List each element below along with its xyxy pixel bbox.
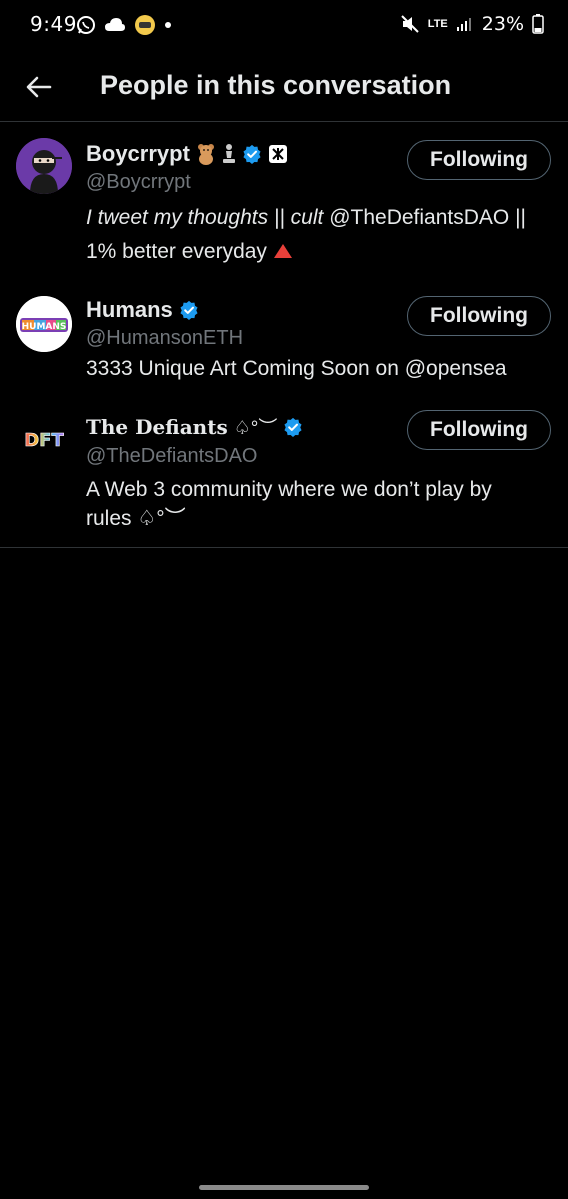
status-time: 9:49 (30, 12, 77, 36)
whatsapp-icon (77, 16, 95, 34)
humans-logo-image: HUMANS (16, 296, 72, 352)
people-list: Boycrrypt @Boycrrypt I tweet my thoughts… (0, 123, 568, 548)
user-row-humans[interactable]: HUMANS Humans @HumansonETH 3333 Unique A… (0, 279, 568, 397)
app-header: People in this conversation (0, 52, 568, 122)
battery-icon (532, 14, 544, 34)
dft-logo-image: DFT (16, 410, 72, 466)
app-notification-icon (135, 15, 155, 35)
bio-mention-link[interactable]: @TheDefiantsDAO || (323, 206, 526, 229)
page-title: People in this conversation (100, 70, 452, 100)
verified-badge-icon (180, 300, 198, 320)
following-button[interactable]: Following (407, 410, 551, 450)
avatar-the-defiants[interactable]: DFT (16, 410, 72, 466)
avatar-humans[interactable]: HUMANS (16, 296, 72, 352)
bio-text-italic: I tweet my thoughts || cult (86, 206, 324, 229)
affiliate-badge-icon (268, 145, 287, 163)
chess-pawn-icon (222, 144, 235, 163)
user-name-row: The Defiants ♤°︶ (86, 413, 303, 440)
home-indicator[interactable] (199, 1185, 369, 1190)
cloud-icon (105, 18, 125, 31)
user-row-the-defiants[interactable]: DFT The Defiants ♤°︶ @TheDefiantsDAO A W… (0, 397, 568, 547)
following-button[interactable]: Following (407, 140, 551, 180)
user-name-row: Boycrrypt (86, 141, 288, 167)
user-bio: I tweet my thoughts || cult @TheDefiants… (86, 201, 548, 269)
bio-suffix: ♤°︶ (137, 507, 186, 530)
bio-line-1: A Web 3 community where we don’t play by (86, 478, 492, 501)
following-button[interactable]: Following (407, 296, 551, 336)
status-system-icons: LTE 23% (400, 13, 544, 35)
display-name[interactable]: Humans (86, 297, 173, 323)
status-notification-icons (76, 14, 172, 36)
user-handle[interactable]: @HumansonETH (86, 327, 243, 350)
ninja-avatar-image (16, 138, 72, 194)
bio-text-part: 1% better everyday (86, 240, 267, 263)
arrow-left-icon (26, 76, 52, 98)
mute-icon (401, 15, 419, 33)
battery-percentage: 23% (481, 13, 524, 35)
red-triangle-icon (273, 244, 292, 258)
verified-badge-icon (243, 144, 261, 164)
display-name[interactable]: Boycrrypt (86, 141, 190, 167)
display-name[interactable]: The Defiants (86, 415, 228, 439)
more-notifications-dot-icon (165, 22, 171, 28)
verified-badge-icon (284, 417, 302, 437)
user-name-row: Humans (86, 297, 199, 323)
display-name-suffix: ♤°︶ (233, 418, 278, 439)
humans-logo-text: HUMANS (22, 322, 67, 332)
user-handle[interactable]: @Boycrrypt (86, 171, 191, 194)
user-bio: 3333 Unique Art Coming Soon on @opensea (86, 357, 507, 380)
avatar-boycrrypt[interactable] (16, 138, 72, 194)
user-row-boycrrypt[interactable]: Boycrrypt @Boycrrypt I tweet my thoughts… (0, 123, 568, 279)
network-type-label: LTE (427, 17, 448, 30)
status-bar: 9:49 LTE 23% (0, 0, 568, 52)
user-handle[interactable]: @TheDefiantsDAO (86, 445, 257, 468)
bio-line-2: rules (86, 507, 132, 530)
teddy-bear-icon (197, 144, 214, 165)
user-bio: A Web 3 community where we don’t play by… (86, 475, 548, 533)
back-button[interactable] (20, 68, 58, 106)
signal-icon (456, 18, 471, 31)
dft-logo-text: DFT (24, 430, 64, 451)
